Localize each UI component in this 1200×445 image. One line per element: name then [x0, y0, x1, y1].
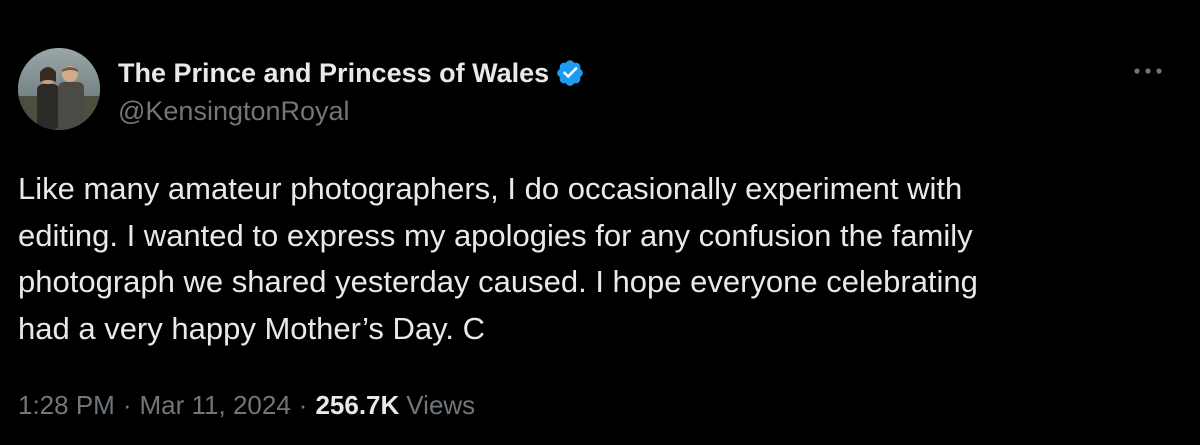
user-handle[interactable]: @KensingtonRoyal: [118, 96, 585, 127]
author-names: The Prince and Princess of Wales @Kensin…: [118, 54, 585, 127]
avatar-photo-icon: [18, 48, 100, 130]
avatar[interactable]: [18, 48, 100, 130]
views-count: 256.7K: [315, 390, 400, 420]
display-name-row: The Prince and Princess of Wales: [118, 54, 585, 92]
tweet-card: The Prince and Princess of Wales @Kensin…: [0, 0, 1200, 445]
tweet-time[interactable]: 1:28 PM: [18, 390, 115, 421]
views-label: Views: [406, 390, 476, 420]
display-name[interactable]: The Prince and Princess of Wales: [118, 58, 549, 89]
tweet-date[interactable]: Mar 11, 2024: [140, 390, 291, 421]
tweet-header: The Prince and Princess of Wales @Kensin…: [18, 48, 1182, 132]
tweet-meta: 1:28 PM · Mar 11, 2024 · 256.7K Views: [18, 390, 475, 421]
more-options-icon[interactable]: [1128, 56, 1168, 86]
tweet-text: Like many amateur photographers, I do oc…: [18, 171, 978, 346]
meta-separator: ·: [298, 390, 308, 420]
meta-separator: ·: [122, 390, 132, 420]
verified-badge-icon[interactable]: [555, 58, 585, 88]
